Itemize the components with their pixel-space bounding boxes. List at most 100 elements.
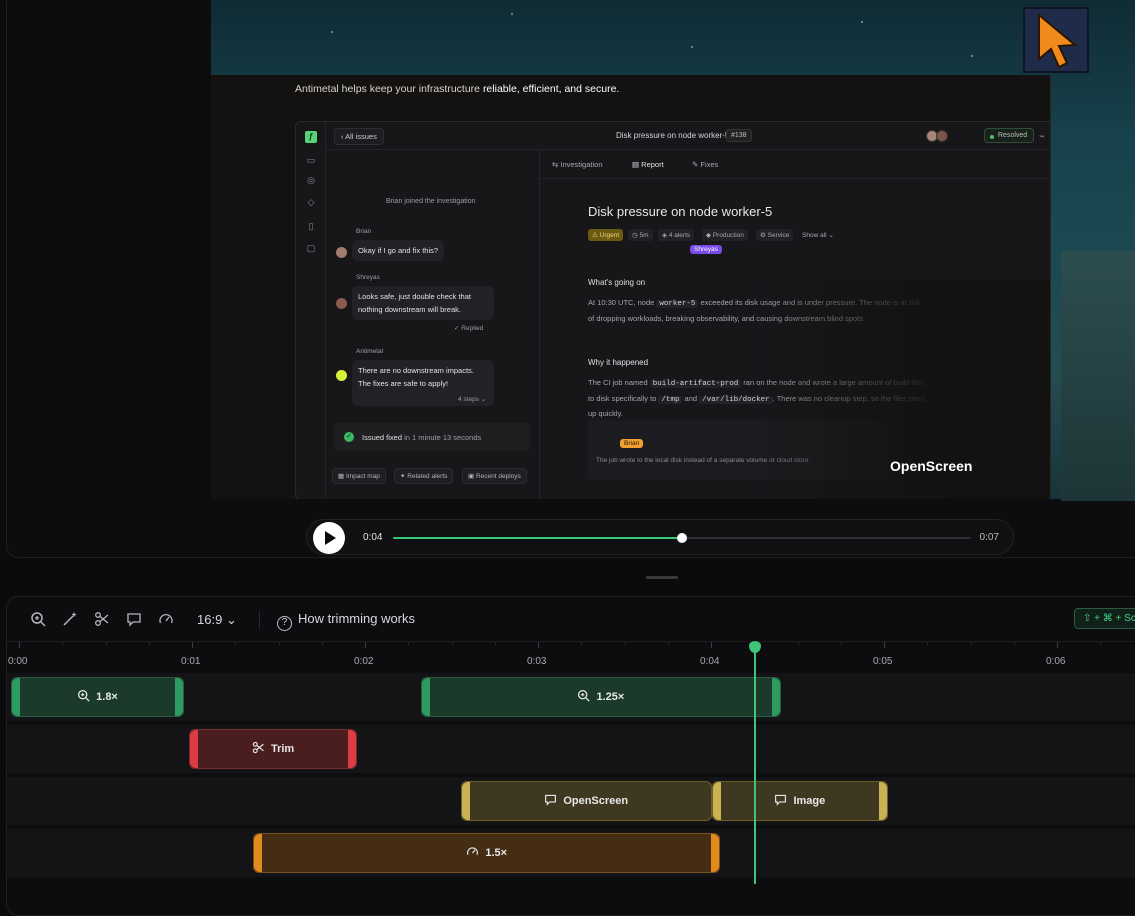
scissors-icon (252, 741, 265, 757)
avatar (336, 298, 347, 309)
ruler-tick-label: 0:04 (700, 656, 720, 667)
aspect-ratio-select[interactable]: 16:9 ⌄ (197, 612, 237, 628)
ruler-minor-tick (840, 642, 842, 645)
clip-handle-left[interactable] (12, 678, 20, 716)
back-button[interactable]: ‹ All issues (334, 128, 384, 145)
current-time: 0:04 (363, 532, 383, 543)
clip-handle-right[interactable] (175, 678, 183, 716)
chip-recent-deploys[interactable]: ▣ Recent deploys (462, 468, 527, 484)
link-icon[interactable]: ⌁ (1036, 130, 1048, 142)
tag-duration: ◷ 5m (628, 229, 653, 241)
target-icon: ◎ (307, 175, 315, 185)
ruler-minor-tick (624, 642, 626, 645)
zoom-clip[interactable]: 1.25× (421, 677, 781, 717)
section-heading: What's going on (588, 278, 646, 287)
chat-panel: Brian joined the investigation Brian Oka… (326, 150, 540, 499)
clip-handle-right[interactable] (711, 834, 720, 872)
clip-handle-right[interactable] (879, 782, 888, 820)
clip-handle-left[interactable] (190, 730, 199, 768)
clip-label: 1.8× (96, 691, 118, 703)
ruler-tick-label: 0:02 (354, 656, 374, 667)
steps-toggle[interactable]: 4 steps ⌄ (458, 395, 486, 403)
collaborator-cursor: Brian (620, 439, 644, 448)
ruler-tick-label: 0:01 (181, 656, 201, 667)
tag-service: ⚙ Service (756, 229, 794, 241)
recorded-frame: Antimetal helps keep your infrastructure… (211, 75, 1051, 499)
how-trimming-works-button[interactable]: ? How trimming works (277, 611, 415, 631)
ruler-minor-tick (494, 642, 496, 645)
tag-environment: ◆ Production (702, 229, 748, 241)
ruler-tick (19, 642, 20, 648)
clip-handle-right[interactable] (771, 678, 780, 716)
ruler-minor-tick (235, 642, 237, 645)
shortcut-hint[interactable]: ⇧ + ⌘ + Sc (1074, 608, 1135, 629)
app-sidebar-rail: ƒ ▭ ◎ ◇ ▯ ▢ (296, 122, 326, 499)
ruler-minor-tick (581, 642, 583, 645)
book-icon: ▯ (308, 221, 314, 231)
issue-title: Disk pressure on node worker-5 (616, 131, 730, 140)
toolbar-divider (259, 611, 260, 629)
ruler-minor-tick (105, 642, 107, 645)
gauge-icon (466, 845, 479, 861)
annotation-watermark[interactable]: OpenScreen (890, 458, 972, 474)
clip-label: OpenScreen (563, 795, 629, 807)
show-all-link[interactable]: Show all ⌄ (798, 229, 838, 241)
report-title: Disk pressure on node worker-5 (588, 204, 773, 219)
ruler-minor-tick (667, 642, 669, 645)
tagline: Antimetal helps keep your infrastructure… (295, 83, 620, 95)
zoom-track: 1.8× 1.25× (7, 673, 1135, 721)
ruler-minor-tick (278, 642, 280, 645)
chip-impact-map[interactable]: ▦ Impact map (332, 468, 386, 484)
clip-handle-left[interactable] (254, 834, 263, 872)
shield-icon: ◇ (307, 197, 315, 207)
seek-thumb[interactable] (677, 533, 687, 543)
gauge-icon[interactable] (157, 611, 175, 629)
clip-handle-left[interactable] (712, 782, 721, 820)
panel-resize-handle[interactable] (646, 576, 678, 579)
tab-investigation[interactable]: ⇆ Investigation (552, 160, 603, 169)
zoom-clip[interactable]: 1.8× (11, 677, 184, 717)
timeline-playhead[interactable] (754, 644, 756, 884)
ruler-tick-label: 0:06 (1046, 656, 1066, 667)
clip-label: Trim (270, 743, 295, 755)
tab-fixes[interactable]: ✎ Fixes (692, 160, 718, 169)
clip-handle-left[interactable] (461, 782, 470, 820)
annotation-clip[interactable]: Image (711, 781, 889, 821)
report-panel: ⇆ Investigation ▤ Report ✎ Fixes Disk pr… (540, 150, 1050, 499)
play-button[interactable] (313, 522, 345, 554)
clip-label: 1.25× (596, 691, 625, 703)
zoom-in-icon (577, 689, 591, 705)
trim-track: Trim (7, 725, 1135, 773)
ruler-tick (192, 642, 193, 648)
chat-bubble: Okay if I go and fix this? (352, 240, 445, 261)
annotation-track: OpenScreen Image (7, 777, 1135, 825)
annotation-clip[interactable]: OpenScreen (460, 781, 712, 821)
magic-wand-icon[interactable] (61, 611, 79, 629)
comment-icon (544, 793, 557, 809)
collaborator-cursor: Shreyas (690, 245, 722, 254)
seek-track[interactable] (393, 533, 971, 543)
ruler-minor-tick (1100, 642, 1102, 645)
chip-related-alerts[interactable]: ✦ Related alerts (394, 468, 454, 484)
trim-clip[interactable]: Trim (189, 729, 357, 769)
speed-clip[interactable]: 1.5× (253, 833, 721, 873)
cursor-icon (1023, 7, 1089, 73)
tab-report[interactable]: ▤ Report (632, 160, 664, 169)
status-badge[interactable]: Resolved (984, 128, 1035, 143)
timeline-panel: 16:9 ⌄ ? How trimming works ⇧ + ⌘ + Sc 0:… (6, 596, 1135, 916)
time-ruler: 0:00 0:01 0:02 0:03 0:04 0:05 0:06 (7, 641, 1135, 673)
zoom-in-icon[interactable] (29, 611, 47, 629)
clip-label: Image (793, 795, 826, 807)
chat-bubble: Looks safe, just double check that nothi… (352, 286, 494, 320)
scissors-icon[interactable] (93, 611, 111, 629)
comment-icon (774, 793, 787, 809)
ruler-minor-tick (1013, 642, 1015, 645)
ruler-minor-tick (451, 642, 453, 645)
help-icon: ? (277, 616, 292, 631)
ruler-minor-tick (797, 642, 799, 645)
clip-handle-right[interactable] (347, 730, 356, 768)
clip-handle-left[interactable] (422, 678, 430, 716)
comment-icon[interactable] (125, 611, 143, 629)
app-header: ‹ All issues Disk pressure on node worke… (326, 122, 1050, 150)
seek-progress (393, 537, 682, 539)
